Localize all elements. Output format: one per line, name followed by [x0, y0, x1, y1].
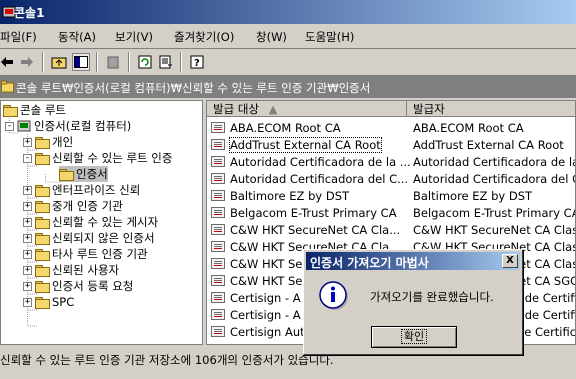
folder-icon [35, 264, 50, 277]
folder-icon [1, 80, 14, 93]
table-row[interactable]: C&W HKT SecureNet CA Cla... C&W HKT Secu… [207, 221, 575, 238]
address-path: 콘솔 루트₩인증서(로컬 컴퓨터)₩신뢰할 수 있는 루트 인증 기관₩인증서 [16, 81, 371, 95]
folder-icon [3, 104, 18, 117]
tree-item-trusted-people[interactable]: + 신뢰된 사용자 [23, 262, 119, 278]
expand-icon[interactable]: + [23, 233, 32, 243]
expand-icon[interactable]: + [23, 137, 32, 147]
collapse-icon[interactable]: - [23, 153, 32, 163]
menu-file[interactable]: 파일(F) [0, 29, 37, 45]
column-issued-by[interactable]: 발급자 [407, 101, 575, 117]
expand-icon[interactable]: + [23, 281, 32, 291]
certificate-icon [211, 309, 225, 320]
tree-item-untrusted-certs[interactable]: + 신뢰되지 않은 인증서 [23, 230, 155, 246]
folder-icon [35, 296, 50, 309]
export-list-icon[interactable] [157, 53, 175, 71]
close-button[interactable]: X [502, 254, 518, 268]
address-bar: 콘솔 루트₩인증서(로컬 컴퓨터)₩신뢰할 수 있는 루트 인증 기관₩인증서 [0, 76, 576, 98]
folder-icon [35, 232, 50, 245]
menu-window[interactable]: 창(W) [256, 29, 287, 45]
dialog-message: 가져오기를 완료했습니다. [370, 290, 494, 304]
back-icon[interactable] [0, 53, 16, 71]
certificate-icon [211, 292, 225, 303]
tree-item-spc[interactable]: + SPC [23, 294, 74, 310]
table-row[interactable]: ABA.ECOM Root CA ABA.ECOM Root CA [207, 119, 575, 136]
delete-icon[interactable] [104, 53, 122, 71]
column-issued-to[interactable]: 발급 대상 ▲ [207, 101, 407, 117]
list-header: 발급 대상 ▲ 발급자 [207, 101, 575, 118]
tree-pane: 콘솔 루트 - 인증서(로컬 컴퓨터) + 개인 - 신뢰할 수 있는 루트 인… [0, 100, 203, 345]
table-row[interactable]: AddTrust External CA Root AddTrust Exter… [207, 136, 575, 153]
window-title: 콘솔1 [14, 6, 45, 20]
menu-action[interactable]: 동작(A) [58, 29, 96, 45]
ok-button[interactable]: 확인 [371, 326, 457, 348]
sort-ascending-icon: ▲ [268, 102, 278, 116]
tree-item-trusted-root-ca[interactable]: - 신뢰할 수 있는 루트 인증 [23, 150, 172, 166]
tree-item-personal[interactable]: + 개인 [23, 134, 73, 150]
certificate-icon [211, 173, 225, 184]
import-wizard-dialog: 인증서 가져오기 마법사 X 가져오기를 완료했습니다. 확인 [303, 249, 523, 355]
expand-icon[interactable]: + [23, 217, 32, 227]
certificate-icon [211, 258, 225, 269]
tree-item-trusted-publishers[interactable]: + 신뢰할 수 있는 게시자 [23, 214, 158, 230]
title-bar: 콘솔1 [0, 0, 576, 24]
certificate-icon [211, 122, 225, 133]
collapse-icon[interactable]: - [5, 121, 14, 131]
toolbar-separator [128, 52, 130, 72]
info-icon [319, 281, 348, 310]
tree-item-certificates[interactable]: 인증서 [59, 166, 108, 182]
expand-icon[interactable]: + [23, 265, 32, 275]
toolbar: ? [0, 49, 576, 76]
certificate-icon [211, 190, 225, 201]
tree-item-third-party-root-ca[interactable]: + 타사 루트 인증 기관 [23, 246, 148, 262]
dialog-title: 인증서 가져오기 마법사 [310, 256, 429, 270]
table-row[interactable]: Baltimore EZ by DST Baltimore EZ by DST [207, 187, 575, 204]
tree-item-enrollment-requests[interactable]: + 인증서 등록 요청 [23, 278, 133, 294]
folder-icon [35, 200, 50, 213]
refresh-icon[interactable] [136, 53, 154, 71]
folder-icon [35, 136, 50, 149]
certificate-icon [211, 139, 225, 150]
table-row[interactable]: Autoridad Certificadora de la ... Autori… [207, 153, 575, 170]
up-folder-icon[interactable] [50, 53, 68, 71]
ok-button-label: 확인 [400, 329, 428, 344]
forward-icon[interactable] [18, 53, 36, 71]
expand-icon[interactable]: + [23, 201, 32, 211]
dialog-title-bar: 인증서 가져오기 마법사 X [306, 252, 520, 270]
expand-icon[interactable]: + [23, 297, 32, 307]
table-row[interactable]: Autoridad Certificadora del C... Autorid… [207, 170, 575, 187]
show-tree-icon[interactable] [72, 53, 90, 71]
help-icon[interactable]: ? [188, 53, 206, 71]
toolbar-separator [42, 52, 44, 72]
certificate-icon [211, 156, 225, 167]
tree-item-enterprise-trust[interactable]: + 엔터프라이즈 신뢰 [23, 182, 140, 198]
menu-view[interactable]: 보기(V) [115, 29, 153, 45]
expand-icon[interactable]: + [23, 185, 32, 195]
certificate-store-icon [17, 120, 31, 132]
menu-favorites[interactable]: 즐겨찾기(O) [174, 29, 234, 45]
certificate-icon [211, 275, 225, 286]
tree-item-intermediate-ca[interactable]: + 중개 인증 기관 [23, 198, 123, 214]
menu-bar: 파일(F) 동작(A) 보기(V) 즐겨찾기(O) 창(W) 도움말(H) [0, 24, 576, 49]
certificate-icon [211, 207, 225, 218]
folder-icon [35, 280, 50, 293]
table-row[interactable]: Belgacom E-Trust Primary CA Belgacom E-T… [207, 204, 575, 221]
certificate-icon [211, 241, 225, 252]
tree-item-local-computer-certs[interactable]: - 인증서(로컬 컴퓨터) [5, 118, 131, 134]
folder-icon [35, 248, 50, 261]
open-folder-icon [35, 152, 50, 165]
status-text: 신뢰할 수 있는 루트 인증 기관 저장소에 106개의 인증서가 있습니다. [0, 353, 334, 367]
open-folder-icon [59, 168, 74, 181]
expand-icon[interactable]: + [23, 249, 32, 259]
svg-text:?: ? [194, 58, 200, 69]
certificate-icon [211, 326, 225, 337]
certificate-icon [211, 224, 225, 235]
folder-icon [35, 216, 50, 229]
toolbar-separator [96, 52, 98, 72]
folder-icon [35, 184, 50, 197]
menu-help[interactable]: 도움말(H) [305, 29, 354, 45]
tree-item-console-root[interactable]: 콘솔 루트 [3, 102, 66, 118]
toolbar-separator [180, 52, 182, 72]
